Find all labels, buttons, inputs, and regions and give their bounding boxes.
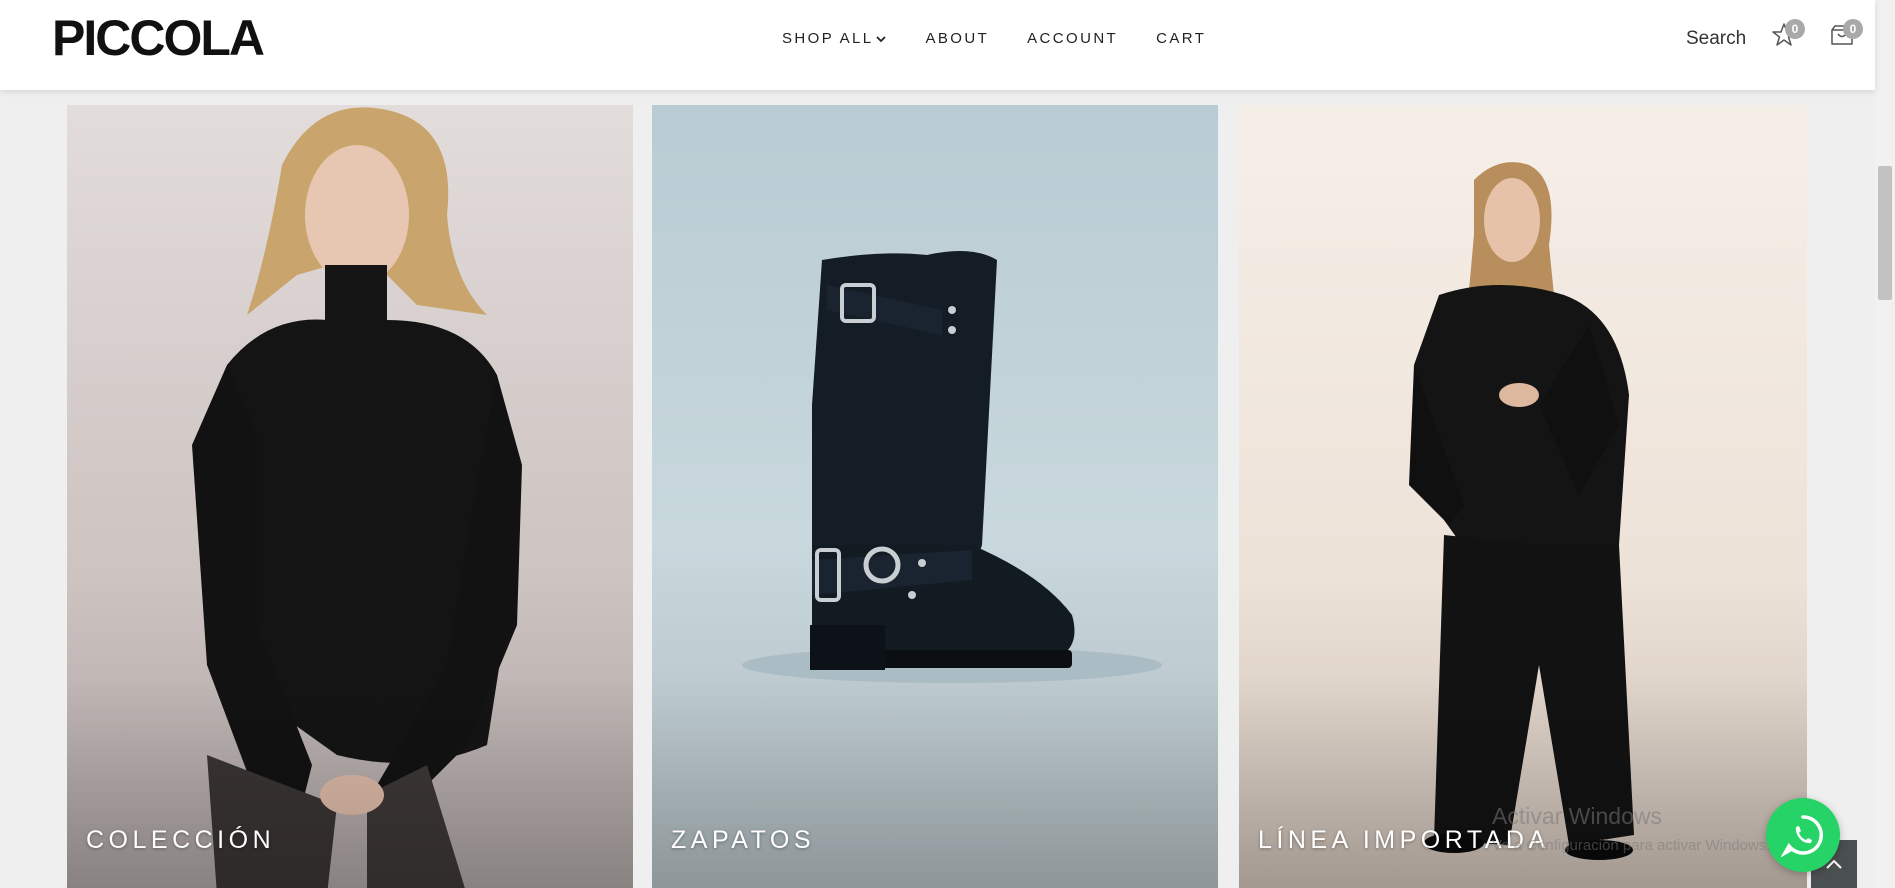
wishlist-count-badge: 0 (1785, 19, 1805, 39)
card-overlay (1239, 675, 1807, 888)
nav-shop-all[interactable]: SHOP ALL (782, 30, 887, 48)
category-label: ZAPATOS (671, 826, 816, 854)
category-card-zapatos[interactable]: ZAPATOS (652, 105, 1218, 888)
nav-about[interactable]: ABOUT (925, 30, 989, 48)
category-card-linea-importada[interactable]: LÍNEA IMPORTADA (1239, 105, 1807, 888)
search-link[interactable]: Search (1686, 28, 1746, 50)
category-card-coleccion[interactable]: COLECCIÓN (67, 105, 633, 888)
nav-cart[interactable]: CART (1156, 30, 1206, 48)
whatsapp-icon (1781, 815, 1823, 857)
main-nav: SHOP ALL ABOUT ACCOUNT CART (782, 30, 1244, 48)
cart-button[interactable]: 0 (1829, 19, 1863, 50)
page-scrollbar[interactable] (1875, 0, 1895, 888)
windows-watermark-title: Activar Windows (1492, 803, 1662, 829)
chevron-down-icon (876, 36, 887, 43)
scrollbar-thumb[interactable] (1878, 166, 1892, 300)
site-logo[interactable]: PICCOLA (52, 12, 265, 64)
windows-watermark-subtitle: Ve a Configuración para activar Windows. (1492, 837, 1771, 854)
cart-count-badge: 0 (1843, 19, 1863, 39)
card-overlay (67, 675, 633, 888)
site-header: PICCOLA SHOP ALL ABOUT ACCOUNT CART Sear… (0, 0, 1875, 90)
nav-account[interactable]: ACCOUNT (1027, 30, 1118, 48)
card-overlay (652, 675, 1218, 888)
category-label: COLECCIÓN (86, 826, 276, 854)
whatsapp-button[interactable] (1766, 798, 1840, 872)
nav-shop-all-label: SHOP ALL (782, 30, 874, 47)
wishlist-button[interactable]: 0 (1771, 19, 1805, 50)
